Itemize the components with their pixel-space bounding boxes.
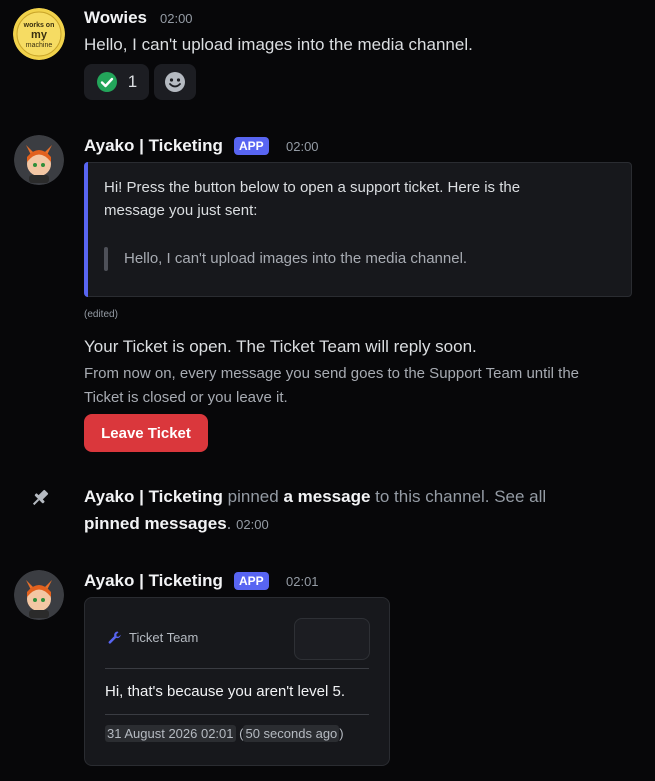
svg-text:machine: machine — [26, 42, 53, 49]
pin-line-2: pinned messages. 02:00 — [84, 514, 269, 534]
card-thumbnail — [294, 618, 370, 660]
pinned-messages-link[interactable]: pinned messages — [84, 514, 227, 533]
a-message-link[interactable]: a message — [283, 487, 370, 506]
pin-icon — [29, 487, 51, 514]
embed-line-1: Hi! Press the button below to open a sup… — [104, 179, 521, 196]
quote-bar — [104, 247, 108, 271]
card-date-row: 31 August 2026 02:01 (50 seconds ago) — [105, 725, 344, 742]
add-reaction-icon — [165, 72, 185, 92]
message-text: Hello, I can't upload images into the me… — [84, 35, 473, 54]
embed-quote: Hello, I can't upload images into the me… — [124, 250, 468, 267]
svg-text:works on: works on — [23, 22, 55, 29]
timestamp[interactable]: 02:00 — [286, 139, 319, 154]
embed-line-2: message you just sent: — [104, 202, 258, 219]
timestamp[interactable]: 02:00 — [160, 11, 193, 26]
avatar-ayako[interactable] — [14, 135, 64, 185]
app-badge: APP — [234, 572, 269, 590]
app-badge: APP — [234, 137, 269, 155]
reaction-count: 1 — [127, 72, 138, 91]
ticket-card: Ticket Team Hi, that's because you aren'… — [84, 597, 390, 766]
timestamp[interactable]: 02:00 — [236, 517, 269, 532]
pin-line-1: Ayako | Ticketing pinned a message to th… — [84, 487, 546, 507]
card-title: Ticket Team — [129, 630, 199, 645]
edited-label: (edited) — [84, 309, 118, 320]
fox-avatar-icon — [14, 570, 64, 620]
reaction-check[interactable]: 1 — [84, 64, 149, 100]
svg-text:my: my — [31, 29, 48, 41]
embed-accent-bar — [84, 162, 88, 297]
pinned-word: pinned — [227, 487, 279, 506]
to-channel-text: to this channel. See all — [375, 487, 547, 506]
leave-ticket-button[interactable]: Leave Ticket — [84, 414, 208, 452]
check-circle-icon — [96, 72, 117, 92]
system-username[interactable]: Ayako | Ticketing — [84, 487, 223, 506]
close-paren: ) — [339, 726, 344, 741]
period: . — [226, 514, 232, 533]
card-relative-time[interactable]: 50 seconds ago — [243, 725, 340, 742]
works-on-my-machine-badge-icon: works on my machine — [13, 8, 65, 60]
ticket-status-title: Your Ticket is open. The Ticket Team wil… — [84, 337, 477, 356]
avatar-wowies[interactable]: works on my machine — [13, 8, 65, 60]
avatar-ayako[interactable] — [14, 570, 64, 620]
embed: Hi! Press the button below to open a sup… — [84, 162, 632, 297]
card-divider — [105, 668, 369, 669]
fox-avatar-icon — [14, 135, 64, 185]
username[interactable]: Wowies — [84, 8, 147, 28]
username[interactable]: Ayako | Ticketing — [84, 571, 223, 591]
ticket-status-line-2: Ticket is closed or you leave it. — [84, 389, 288, 406]
wrench-icon — [107, 630, 123, 651]
add-reaction-button[interactable] — [154, 64, 196, 100]
timestamp[interactable]: 02:01 — [286, 574, 319, 589]
username[interactable]: Ayako | Ticketing — [84, 136, 223, 156]
ticket-status-line-1: From now on, every message you send goes… — [84, 365, 579, 382]
card-text: Hi, that's because you aren't level 5. — [105, 683, 346, 700]
card-date[interactable]: 31 August 2026 02:01 — [105, 725, 236, 742]
card-divider — [105, 714, 369, 715]
